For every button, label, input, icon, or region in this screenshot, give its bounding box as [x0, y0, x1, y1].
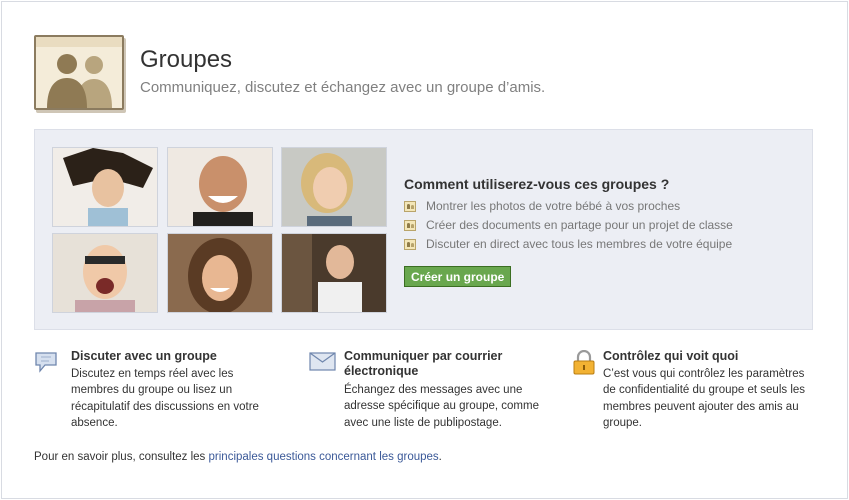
padlock-icon [572, 349, 596, 380]
desc-line: absence. [71, 416, 118, 429]
page-subtitle: Communiquez, discutez et échangez avec u… [140, 79, 546, 96]
desc-line: avec une liste de publipostage. [344, 416, 502, 429]
title-line: électronique [344, 364, 419, 378]
feature-title-email: Communiquer par courrier électronique [344, 349, 502, 379]
bullet-text: Discuter en direct avec tous les membres… [426, 237, 733, 251]
photo-man-glasses [52, 233, 158, 313]
photo-curly-hair [167, 233, 273, 313]
photo-man-smiling [167, 147, 273, 227]
desc-line: adresse spécifique au groupe, comme [344, 400, 539, 413]
desc-line: récapitulatif des discussions en votre [71, 400, 259, 413]
title-line: Communiquer par courrier [344, 349, 503, 363]
footer-prefix: Pour en savoir plus, consultez les [34, 451, 209, 463]
feature-desc-privacy: C’est vous qui contrôlez les paramètres … [603, 366, 805, 431]
group-bullet-icon [404, 219, 416, 231]
feature-desc-email: Échangez des messages avec une adresse s… [344, 382, 539, 431]
desc-line: groupe. [603, 416, 643, 429]
envelope-icon [309, 352, 336, 376]
groups-icon [34, 35, 124, 110]
feature-desc-chat: Discutez en temps réel avec les membres … [71, 366, 259, 431]
page-title: Groupes [140, 46, 233, 73]
bullet-item-photos: Montrer les photos de votre bébé à vos p… [404, 198, 680, 214]
bullet-item-chat: Discuter en direct avec tous les membres… [404, 236, 732, 252]
desc-line: de confidentialité du groupe et seuls le… [603, 384, 806, 397]
group-bullet-icon [404, 200, 416, 212]
faq-link[interactable]: principales questions concernant les gro… [209, 451, 439, 463]
create-group-button[interactable]: Créer un groupe [404, 266, 512, 287]
desc-line: Discutez en temps réel avec les [71, 368, 234, 380]
bullet-text: Montrer les photos de votre bébé à vos p… [426, 199, 681, 213]
footer-suffix: . [438, 451, 442, 463]
howto-heading: Comment utiliserez-vous ces groupes ? [404, 176, 670, 192]
feature-title-chat: Discuter avec un groupe [71, 349, 217, 363]
group-bullet-icon [404, 238, 416, 250]
chat-bubble-icon [34, 350, 62, 379]
desc-line: membres peuvent ajouter des amis au [603, 400, 799, 413]
photo-man-cafe [281, 233, 387, 313]
feature-title-privacy: Contrôlez qui voit quoi [603, 349, 739, 363]
photo-blonde-woman [281, 147, 387, 227]
photo-woman-laughing [52, 147, 158, 227]
desc-line: Échangez des messages avec une [344, 384, 523, 396]
bullet-item-documents: Créer des documents en partage pour un p… [404, 217, 733, 233]
bullet-text: Créer des documents en partage pour un p… [426, 218, 733, 232]
desc-line: C’est vous qui contrôlez les paramètres [603, 368, 805, 380]
footer-text: Pour en savoir plus, consultez les princ… [34, 451, 442, 463]
desc-line: membres du groupe ou lisez un [71, 384, 233, 397]
